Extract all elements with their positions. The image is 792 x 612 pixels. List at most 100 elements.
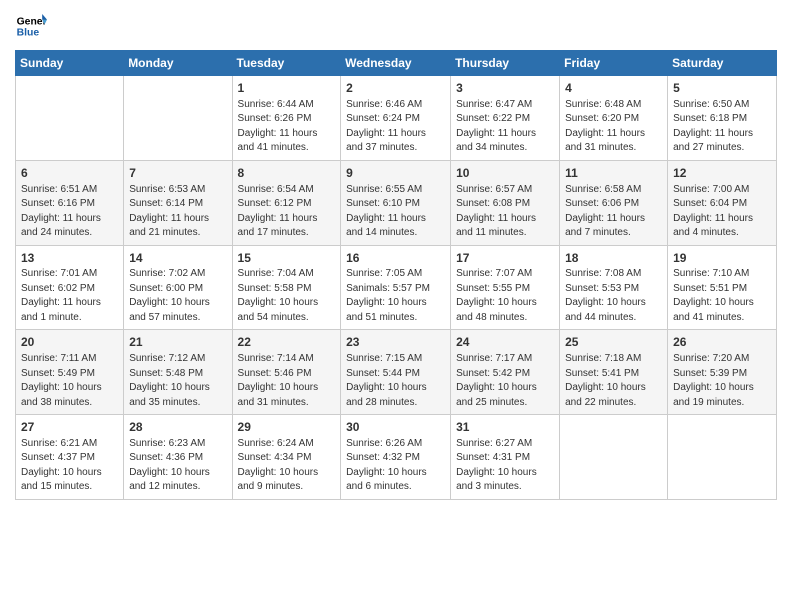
calendar-cell bbox=[124, 76, 232, 161]
calendar-cell: 2Sunrise: 6:46 AM Sunset: 6:24 PM Daylig… bbox=[341, 76, 451, 161]
col-header-tuesday: Tuesday bbox=[232, 51, 341, 76]
day-number: 31 bbox=[456, 419, 554, 436]
cell-content: Sunrise: 7:20 AM Sunset: 5:39 PM Dayligh… bbox=[673, 352, 771, 410]
week-row-2: 13Sunrise: 7:01 AM Sunset: 6:02 PM Dayli… bbox=[16, 245, 777, 330]
calendar-cell: 8Sunrise: 6:54 AM Sunset: 6:12 PM Daylig… bbox=[232, 160, 341, 245]
header: General Blue bbox=[15, 10, 777, 42]
day-number: 3 bbox=[456, 80, 554, 97]
col-header-sunday: Sunday bbox=[16, 51, 124, 76]
calendar-cell: 21Sunrise: 7:12 AM Sunset: 5:48 PM Dayli… bbox=[124, 330, 232, 415]
calendar-cell: 17Sunrise: 7:07 AM Sunset: 5:55 PM Dayli… bbox=[451, 245, 560, 330]
cell-content: Sunrise: 6:58 AM Sunset: 6:06 PM Dayligh… bbox=[565, 183, 662, 241]
day-number: 26 bbox=[673, 334, 771, 351]
calendar-cell: 19Sunrise: 7:10 AM Sunset: 5:51 PM Dayli… bbox=[668, 245, 777, 330]
day-number: 1 bbox=[238, 80, 336, 97]
day-number: 30 bbox=[346, 419, 445, 436]
calendar-cell: 20Sunrise: 7:11 AM Sunset: 5:49 PM Dayli… bbox=[16, 330, 124, 415]
cell-content: Sunrise: 7:14 AM Sunset: 5:46 PM Dayligh… bbox=[238, 352, 336, 410]
calendar-cell: 13Sunrise: 7:01 AM Sunset: 6:02 PM Dayli… bbox=[16, 245, 124, 330]
day-number: 20 bbox=[21, 334, 118, 351]
day-number: 13 bbox=[21, 250, 118, 267]
calendar-cell: 3Sunrise: 6:47 AM Sunset: 6:22 PM Daylig… bbox=[451, 76, 560, 161]
cell-content: Sunrise: 6:23 AM Sunset: 4:36 PM Dayligh… bbox=[129, 437, 226, 495]
page: General Blue SundayMondayTuesdayWednesda… bbox=[0, 0, 792, 612]
col-header-monday: Monday bbox=[124, 51, 232, 76]
day-number: 10 bbox=[456, 165, 554, 182]
day-number: 16 bbox=[346, 250, 445, 267]
cell-content: Sunrise: 7:00 AM Sunset: 6:04 PM Dayligh… bbox=[673, 183, 771, 241]
cell-content: Sunrise: 7:05 AM Sanimals: 5:57 PM Dayli… bbox=[346, 267, 445, 325]
calendar-cell: 5Sunrise: 6:50 AM Sunset: 6:18 PM Daylig… bbox=[668, 76, 777, 161]
calendar-cell: 25Sunrise: 7:18 AM Sunset: 5:41 PM Dayli… bbox=[560, 330, 668, 415]
cell-content: Sunrise: 7:11 AM Sunset: 5:49 PM Dayligh… bbox=[21, 352, 118, 410]
calendar-cell: 15Sunrise: 7:04 AM Sunset: 5:58 PM Dayli… bbox=[232, 245, 341, 330]
calendar-cell: 7Sunrise: 6:53 AM Sunset: 6:14 PM Daylig… bbox=[124, 160, 232, 245]
day-number: 18 bbox=[565, 250, 662, 267]
col-header-saturday: Saturday bbox=[668, 51, 777, 76]
calendar-cell: 26Sunrise: 7:20 AM Sunset: 5:39 PM Dayli… bbox=[668, 330, 777, 415]
day-number: 27 bbox=[21, 419, 118, 436]
calendar-cell: 16Sunrise: 7:05 AM Sanimals: 5:57 PM Day… bbox=[341, 245, 451, 330]
day-number: 17 bbox=[456, 250, 554, 267]
calendar-cell: 14Sunrise: 7:02 AM Sunset: 6:00 PM Dayli… bbox=[124, 245, 232, 330]
cell-content: Sunrise: 7:17 AM Sunset: 5:42 PM Dayligh… bbox=[456, 352, 554, 410]
day-number: 15 bbox=[238, 250, 336, 267]
day-number: 9 bbox=[346, 165, 445, 182]
cell-content: Sunrise: 6:54 AM Sunset: 6:12 PM Dayligh… bbox=[238, 183, 336, 241]
calendar-cell: 9Sunrise: 6:55 AM Sunset: 6:10 PM Daylig… bbox=[341, 160, 451, 245]
day-number: 11 bbox=[565, 165, 662, 182]
col-header-thursday: Thursday bbox=[451, 51, 560, 76]
cell-content: Sunrise: 6:44 AM Sunset: 6:26 PM Dayligh… bbox=[238, 98, 336, 156]
day-number: 8 bbox=[238, 165, 336, 182]
day-number: 19 bbox=[673, 250, 771, 267]
cell-content: Sunrise: 6:47 AM Sunset: 6:22 PM Dayligh… bbox=[456, 98, 554, 156]
cell-content: Sunrise: 6:53 AM Sunset: 6:14 PM Dayligh… bbox=[129, 183, 226, 241]
calendar-cell bbox=[16, 76, 124, 161]
cell-content: Sunrise: 7:01 AM Sunset: 6:02 PM Dayligh… bbox=[21, 267, 118, 325]
week-row-3: 20Sunrise: 7:11 AM Sunset: 5:49 PM Dayli… bbox=[16, 330, 777, 415]
svg-text:Blue: Blue bbox=[17, 28, 40, 39]
calendar-cell: 24Sunrise: 7:17 AM Sunset: 5:42 PM Dayli… bbox=[451, 330, 560, 415]
cell-content: Sunrise: 6:50 AM Sunset: 6:18 PM Dayligh… bbox=[673, 98, 771, 156]
week-row-4: 27Sunrise: 6:21 AM Sunset: 4:37 PM Dayli… bbox=[16, 415, 777, 500]
cell-content: Sunrise: 7:18 AM Sunset: 5:41 PM Dayligh… bbox=[565, 352, 662, 410]
calendar-cell bbox=[560, 415, 668, 500]
calendar-cell: 18Sunrise: 7:08 AM Sunset: 5:53 PM Dayli… bbox=[560, 245, 668, 330]
day-number: 14 bbox=[129, 250, 226, 267]
calendar-cell: 4Sunrise: 6:48 AM Sunset: 6:20 PM Daylig… bbox=[560, 76, 668, 161]
cell-content: Sunrise: 6:55 AM Sunset: 6:10 PM Dayligh… bbox=[346, 183, 445, 241]
day-number: 12 bbox=[673, 165, 771, 182]
cell-content: Sunrise: 6:57 AM Sunset: 6:08 PM Dayligh… bbox=[456, 183, 554, 241]
day-number: 7 bbox=[129, 165, 226, 182]
day-number: 21 bbox=[129, 334, 226, 351]
day-number: 4 bbox=[565, 80, 662, 97]
cell-content: Sunrise: 6:46 AM Sunset: 6:24 PM Dayligh… bbox=[346, 98, 445, 156]
cell-content: Sunrise: 6:26 AM Sunset: 4:32 PM Dayligh… bbox=[346, 437, 445, 495]
cell-content: Sunrise: 6:24 AM Sunset: 4:34 PM Dayligh… bbox=[238, 437, 336, 495]
calendar-cell: 31Sunrise: 6:27 AM Sunset: 4:31 PM Dayli… bbox=[451, 415, 560, 500]
cell-content: Sunrise: 7:02 AM Sunset: 6:00 PM Dayligh… bbox=[129, 267, 226, 325]
logo: General Blue bbox=[15, 10, 47, 42]
calendar-cell: 10Sunrise: 6:57 AM Sunset: 6:08 PM Dayli… bbox=[451, 160, 560, 245]
day-number: 25 bbox=[565, 334, 662, 351]
calendar-cell: 28Sunrise: 6:23 AM Sunset: 4:36 PM Dayli… bbox=[124, 415, 232, 500]
day-number: 5 bbox=[673, 80, 771, 97]
day-number: 22 bbox=[238, 334, 336, 351]
day-number: 23 bbox=[346, 334, 445, 351]
calendar-table: SundayMondayTuesdayWednesdayThursdayFrid… bbox=[15, 50, 777, 500]
col-header-wednesday: Wednesday bbox=[341, 51, 451, 76]
cell-content: Sunrise: 7:04 AM Sunset: 5:58 PM Dayligh… bbox=[238, 267, 336, 325]
cell-content: Sunrise: 7:10 AM Sunset: 5:51 PM Dayligh… bbox=[673, 267, 771, 325]
calendar-cell: 29Sunrise: 6:24 AM Sunset: 4:34 PM Dayli… bbox=[232, 415, 341, 500]
calendar-cell: 6Sunrise: 6:51 AM Sunset: 6:16 PM Daylig… bbox=[16, 160, 124, 245]
cell-content: Sunrise: 7:07 AM Sunset: 5:55 PM Dayligh… bbox=[456, 267, 554, 325]
calendar-cell: 27Sunrise: 6:21 AM Sunset: 4:37 PM Dayli… bbox=[16, 415, 124, 500]
calendar-cell bbox=[668, 415, 777, 500]
week-row-1: 6Sunrise: 6:51 AM Sunset: 6:16 PM Daylig… bbox=[16, 160, 777, 245]
calendar-cell: 12Sunrise: 7:00 AM Sunset: 6:04 PM Dayli… bbox=[668, 160, 777, 245]
day-number: 2 bbox=[346, 80, 445, 97]
cell-content: Sunrise: 7:12 AM Sunset: 5:48 PM Dayligh… bbox=[129, 352, 226, 410]
day-number: 24 bbox=[456, 334, 554, 351]
calendar-header-row: SundayMondayTuesdayWednesdayThursdayFrid… bbox=[16, 51, 777, 76]
day-number: 28 bbox=[129, 419, 226, 436]
